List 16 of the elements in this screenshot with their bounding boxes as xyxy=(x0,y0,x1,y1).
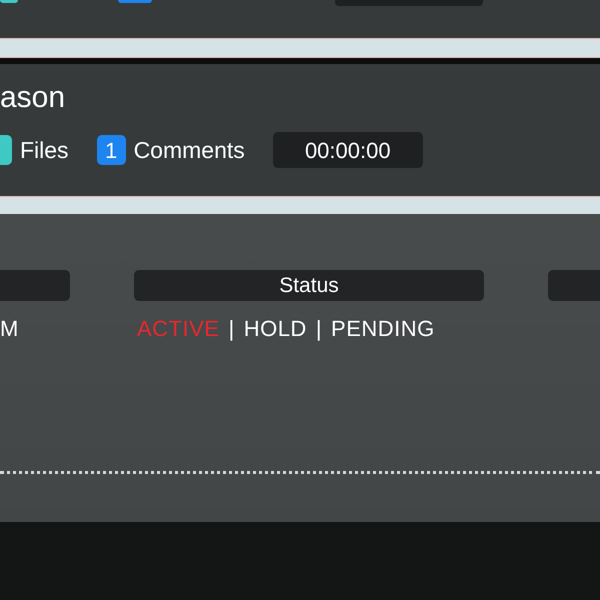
separator: | xyxy=(228,314,235,343)
column-header xyxy=(0,270,70,301)
count-badge: 1 xyxy=(96,135,126,165)
card-title: ason xyxy=(0,80,66,116)
status-option[interactable]: PENDING xyxy=(331,312,435,344)
stat-label: Comments xyxy=(134,136,245,165)
table-cell-text: M xyxy=(0,314,20,342)
column-header: Status xyxy=(134,270,484,301)
count-badge xyxy=(0,135,12,165)
badge xyxy=(118,0,152,3)
stat-label: Files xyxy=(20,136,69,165)
column-header xyxy=(548,270,600,301)
timer: 00:00:00 xyxy=(272,132,423,168)
status-option[interactable]: HOLD xyxy=(244,312,307,344)
badge xyxy=(0,0,18,3)
separator: | xyxy=(316,314,322,343)
